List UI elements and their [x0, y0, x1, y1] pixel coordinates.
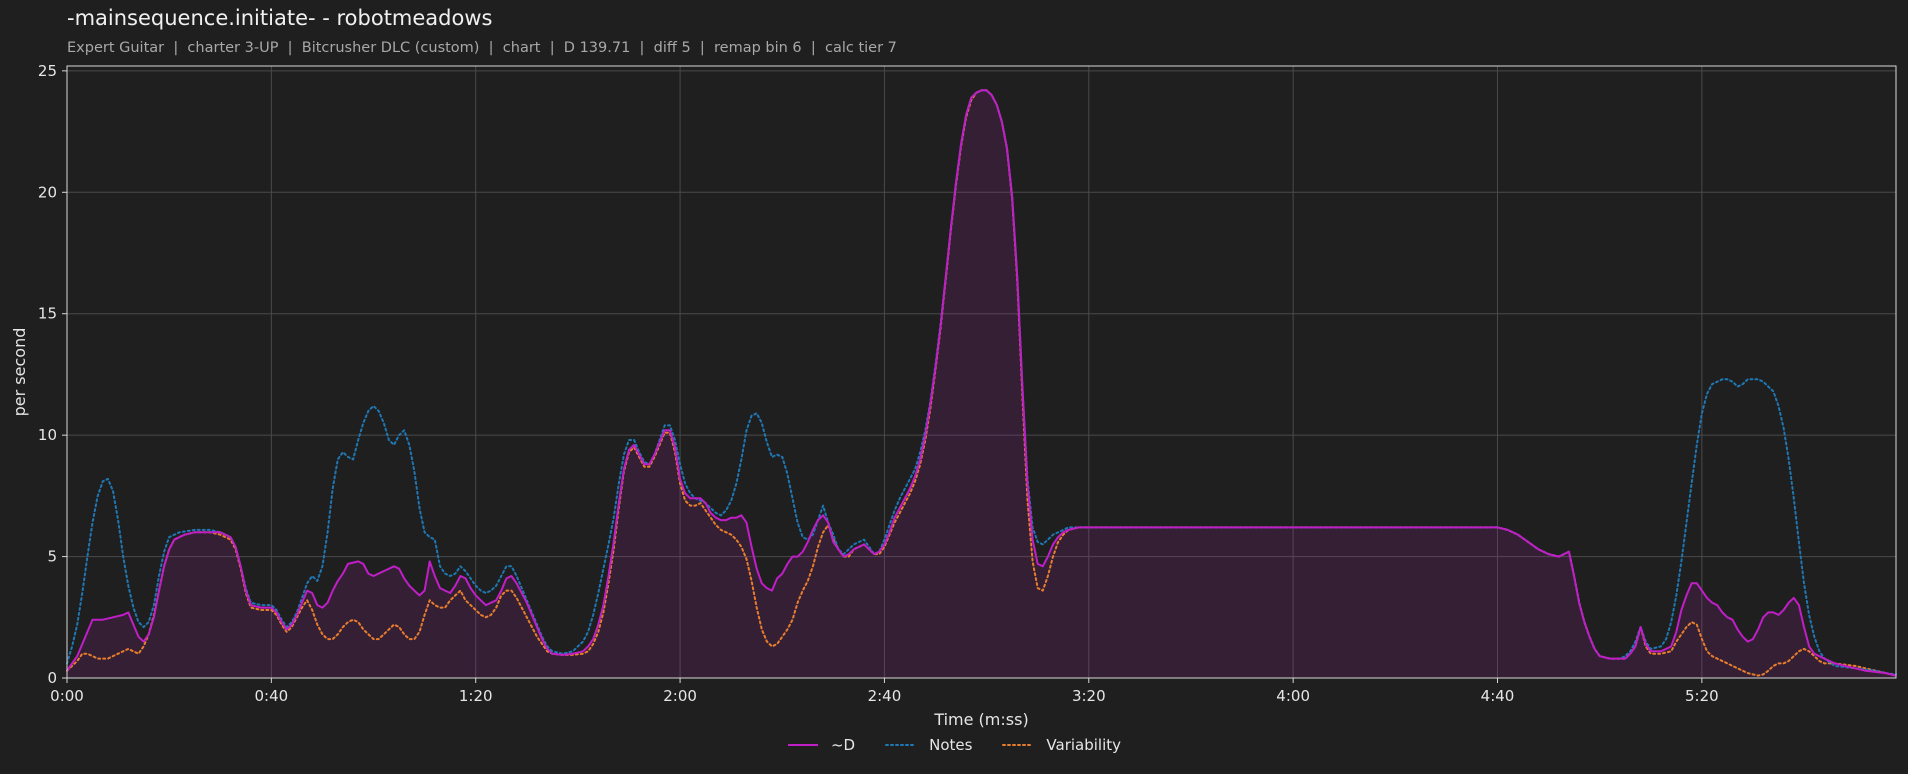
legend-label: Notes [929, 736, 973, 754]
chart-legend: ~D Notes Variability [0, 736, 1908, 754]
x-tick-label: 4:40 [1481, 687, 1515, 705]
legend-swatch [787, 744, 818, 746]
x-tick-label: 0:40 [255, 687, 289, 705]
y-tick-label: 5 [47, 548, 57, 566]
legend-item: Notes [885, 736, 972, 754]
legend-item: ~D [787, 736, 855, 754]
x-tick-label: 0:00 [50, 687, 84, 705]
y-tick-label: 10 [38, 426, 57, 444]
x-tick-label: 5:20 [1685, 687, 1719, 705]
x-tick-label: 3:20 [1072, 687, 1106, 705]
x-tick-label: 4:00 [1276, 687, 1310, 705]
legend-label: ~D [830, 736, 856, 754]
legend-label: Variability [1046, 736, 1122, 754]
series-area-fill [67, 90, 1896, 679]
chart-canvas: 0:00 0:40 1:20 2:00 2:40 3:20 4:00 4:40 5:20 0 5 10… [10, 62, 1897, 729]
y-tick-label: 15 [38, 305, 57, 323]
x-tick-label: 1:20 [459, 687, 493, 705]
y-tick-label: 0 [47, 669, 57, 687]
x-tick-label: 2:00 [663, 687, 697, 705]
y-tick-label: 20 [38, 183, 57, 201]
legend-swatch [1002, 744, 1035, 746]
y-axis-label: per second [10, 328, 29, 417]
x-tick-label: 2:40 [868, 687, 902, 705]
legend-swatch [885, 744, 918, 746]
y-tick-label: 25 [38, 62, 57, 80]
legend-item: Variability [1002, 736, 1121, 754]
x-axis-label: Time (m:ss) [933, 710, 1028, 729]
area-fill-layer [67, 90, 1896, 679]
